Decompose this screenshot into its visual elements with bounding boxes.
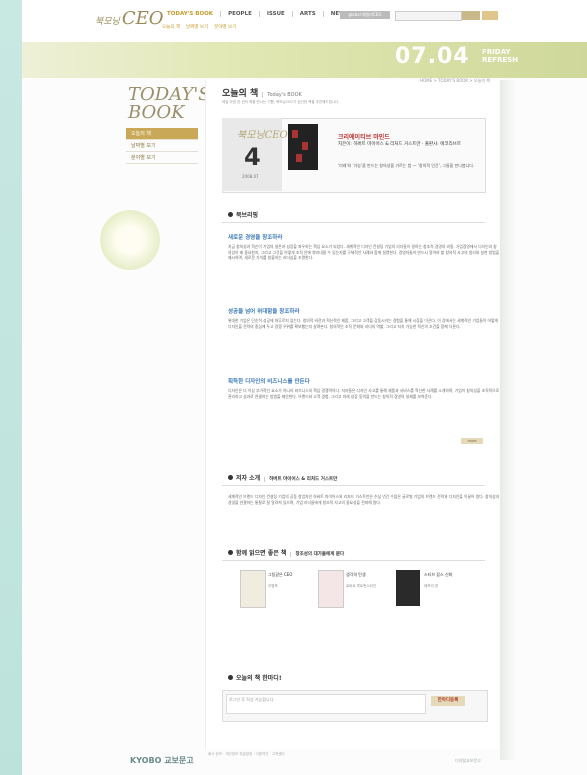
related-heading-text: 함께 읽으면 좋은 책 bbox=[236, 550, 287, 557]
sidebar-item-category[interactable]: 분야별 보기 bbox=[126, 152, 198, 164]
sidebar-title-line2: BOOK bbox=[128, 102, 185, 123]
nav-arts[interactable]: ARTS bbox=[293, 11, 324, 17]
related-book[interactable]: 스티브 잡스 신화 제프리 영 bbox=[396, 570, 456, 630]
login-button[interactable] bbox=[482, 11, 498, 20]
related-book-cover[interactable] bbox=[396, 570, 420, 606]
sub-nav: 오늘의 책 날짜별 보기 분야별 보기 bbox=[162, 24, 236, 30]
banner-date: 07.04 bbox=[395, 44, 470, 69]
breadcrumb: HOME > TODAY'S BOOK > 오늘의 책 bbox=[420, 78, 490, 83]
related-book-author: 이명옥 bbox=[268, 584, 278, 588]
main-nav: TODAY'S BOOK PEOPLE ISSUE ARTS NEWS bbox=[160, 11, 356, 17]
bullet-icon bbox=[228, 550, 233, 555]
flower-decoration bbox=[100, 210, 160, 270]
footer-info: 회사 정보 · 개인정보 취급방침 · 이용약관 · 고객센터 bbox=[208, 752, 285, 756]
divider bbox=[222, 485, 485, 486]
subnav-today[interactable]: 오늘의 책 bbox=[162, 24, 180, 30]
page-description: 매일 아침 한 권의 책을 만나는 기쁨, 북모닝CEO가 엄선한 책을 추천해… bbox=[222, 100, 340, 104]
sidebar-item-today[interactable]: 오늘의 책 bbox=[126, 128, 198, 140]
search-input[interactable] bbox=[395, 11, 462, 21]
related-book-title: 생각의 탄생 bbox=[346, 572, 366, 577]
comment-heading: 오늘의 책 한마디! bbox=[228, 673, 282, 682]
comment-heading-text: 오늘의 책 한마디! bbox=[236, 675, 282, 682]
related-book-author: 제프리 영 bbox=[424, 584, 438, 588]
page-title-text: 오늘의 책 bbox=[222, 89, 259, 99]
logo-text: CEO bbox=[121, 8, 164, 29]
banner-day: FRIDAY REFRESH bbox=[482, 48, 518, 64]
author-text: 세계적인 브랜드 디자인 컨설팅 기업의 공동 창업자인 하버트 마이어스와 리… bbox=[228, 494, 500, 505]
related-book[interactable]: 그림같은 CEO 이명옥 bbox=[240, 570, 300, 630]
review-section-title: 새로운 경영을 창조하라 bbox=[228, 235, 283, 241]
book-title[interactable]: 크리에이티브 마인드 bbox=[338, 132, 390, 141]
banner-weekday: FRIDAY bbox=[482, 48, 511, 56]
book-author: 지은이: 하버트 마이어스 & 리처드 거스트만 · 출판사: 에코리브르 bbox=[338, 142, 461, 147]
subnav-date[interactable]: 날짜별 보기 bbox=[186, 24, 208, 30]
review-section-text: 지금 창의성과 혁신이 기업의 생존과 성장을 좌우하는 핵심 요소가 되었다.… bbox=[228, 244, 500, 261]
divider bbox=[222, 222, 485, 223]
nav-todays-book[interactable]: TODAY'S BOOK bbox=[160, 11, 222, 17]
footer-logo[interactable]: KYOBO 교보문고 bbox=[130, 755, 194, 766]
page-subtitle: Today's BOOK bbox=[262, 92, 302, 98]
author-heading-text: 저자 소개 bbox=[236, 475, 261, 482]
footer-link[interactable]: 디지털교보문고 bbox=[455, 758, 481, 764]
search-button[interactable] bbox=[462, 11, 480, 20]
sidebar-title: TODAY'S BOOK bbox=[128, 86, 211, 122]
comment-input[interactable]: 로그인 후 작성 가능합니다. bbox=[226, 694, 426, 714]
related-book-cover[interactable] bbox=[240, 570, 266, 608]
nav-issue[interactable]: ISSUE bbox=[260, 11, 293, 17]
related-heading: 함께 읽으면 좋은 책 창조성의 대가들에게 묻다 bbox=[228, 548, 345, 557]
review-section-title: 획득한 디자인의 비즈니스를 만든다 bbox=[228, 379, 310, 385]
book-day: 4 bbox=[244, 143, 261, 171]
related-book-author: 로버트 루트번스타인 bbox=[346, 584, 377, 588]
related-subheading: 창조성의 대가들에게 묻다 bbox=[290, 552, 345, 557]
related-book[interactable]: 생각의 탄생 로버트 루트번스타인 bbox=[318, 570, 378, 630]
briefing-heading: 북브리핑 bbox=[228, 210, 258, 219]
related-book-cover[interactable] bbox=[318, 570, 344, 608]
sidebar-menu: 오늘의 책 날짜별 보기 분야별 보기 bbox=[126, 128, 198, 164]
comment-submit-button[interactable]: 한마디등록 bbox=[431, 696, 465, 706]
bullet-icon bbox=[228, 475, 233, 480]
review-section-title: 성공을 넘어 위대함을 창조하라 bbox=[228, 309, 300, 315]
refresh-link[interactable]: REFRESH bbox=[482, 56, 518, 64]
content-shadow bbox=[500, 80, 516, 760]
related-book-title: 스티브 잡스 신화 bbox=[424, 572, 453, 577]
related-book-title: 그림같은 CEO bbox=[268, 572, 293, 577]
site-logo[interactable]: 북모닝 CEO bbox=[95, 8, 164, 29]
book-cover[interactable] bbox=[288, 124, 318, 170]
nav-people[interactable]: PEOPLE bbox=[221, 11, 260, 17]
author-heading: 저자 소개 하버트 마이어스 & 리처드 거스트만 bbox=[228, 473, 338, 482]
review-section-text: 디자인은 더 이상 부가적인 요소가 아니라 비즈니스의 핵심 경쟁력이다. 저… bbox=[228, 388, 500, 399]
bullet-icon bbox=[228, 212, 233, 217]
subnav-category[interactable]: 분야별 보기 bbox=[214, 24, 236, 30]
sidebar-item-date[interactable]: 날짜별 보기 bbox=[126, 140, 198, 152]
book-quote: '미래'와 '가능'을 만드는 창의성을 기르는 법 — '창의적 인간', 그… bbox=[338, 163, 475, 168]
more-button[interactable]: more bbox=[461, 438, 483, 444]
review-section-text: 위대한 기업은 단순히 성공에 머무르지 않는다. 창의적 비전과 혁신적인 제… bbox=[228, 318, 498, 329]
member-badge[interactable]: global 패밀리CEO bbox=[340, 11, 390, 19]
divider bbox=[222, 560, 485, 561]
page-title: 오늘의 책 Today's BOOK bbox=[222, 86, 302, 99]
logo-small: 북모닝 bbox=[95, 17, 120, 27]
briefing-heading-text: 북브리핑 bbox=[236, 212, 259, 219]
book-date: 2008.07 bbox=[242, 174, 259, 179]
author-names: 하버트 마이어스 & 리처드 거스트만 bbox=[264, 477, 338, 482]
bullet-icon bbox=[228, 675, 233, 680]
book-brand: 북모닝CEO bbox=[237, 130, 288, 141]
